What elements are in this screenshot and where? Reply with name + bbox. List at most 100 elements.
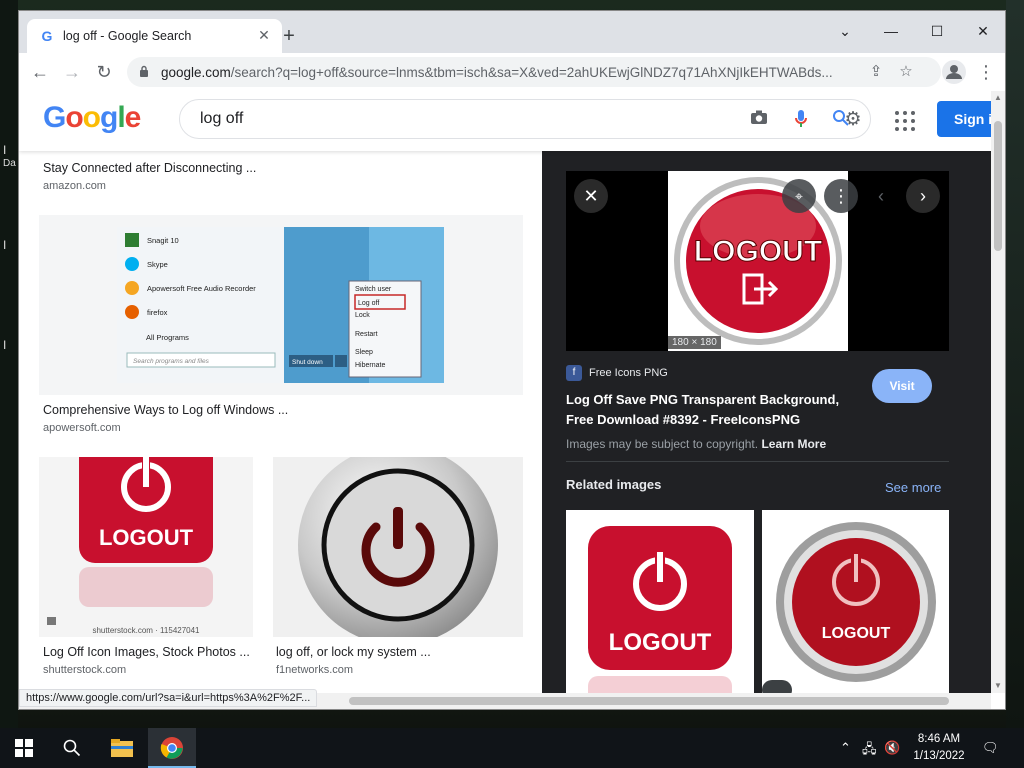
lock-icon [140,65,148,77]
related-logout-round-image: LOGOUT [762,522,936,693]
menu-item-text: firefox [147,308,168,317]
power-menu-item: Lock [355,312,370,319]
show-hidden-icons-chevron-icon[interactable]: ⌃ [840,740,851,756]
maximize-button[interactable]: ☐ [917,17,957,45]
menu-item-text: Skype [147,260,168,269]
settings-gear-icon[interactable]: ⚙ [842,109,864,131]
vertical-scrollbar[interactable]: ▲ ▼ [991,91,1005,693]
result-source[interactable]: apowersoft.com [43,422,121,434]
image-dimensions: 180 × 180 [668,336,721,349]
more-options-icon[interactable]: ⋮ [824,179,858,213]
result-caption[interactable]: Log Off Icon Images, Stock Photos ... [43,645,250,659]
taskbar-clock[interactable]: 8:46 AM 1/13/2022 [906,731,972,765]
power-menu-item: Sleep [355,349,373,356]
previous-image-icon[interactable]: ‹ [864,179,898,213]
google-logo[interactable]: Google [43,101,142,135]
bookmark-star-icon[interactable]: ☆ [895,61,917,83]
sign-in-button[interactable]: Sign i [937,101,991,137]
logo-letter: e [124,101,142,134]
taskbar-search-icon[interactable] [48,728,96,768]
reload-button[interactable]: ↻ [91,59,117,85]
scrollbar-thumb[interactable] [349,697,949,705]
power-menu-item: Log off [358,300,379,307]
preview-source-name[interactable]: Free Icons PNG [589,367,668,379]
browser-toolbar: ← → ↻ google.com/search?q=log+off&source… [19,53,1005,91]
google-apps-icon[interactable] [893,109,917,133]
desktop-icon-fragment: I [3,338,7,352]
shutdown-label: Shut down [292,359,323,366]
related-logout-square-image: LOGOUT [588,526,732,693]
result-source[interactable]: f1networks.com [276,664,353,676]
search-input[interactable] [200,110,720,128]
desktop-icon-fragment: Da [3,158,16,169]
divider [566,461,949,462]
watermark-text: shutterstock.com · 115427041 [92,626,200,635]
close-window-button[interactable]: ✕ [963,17,1003,45]
tab-title: log off - Google Search [63,29,192,43]
clock-date: 1/13/2022 [913,750,965,762]
profile-avatar-icon[interactable] [941,59,967,85]
chrome-taskbar-icon[interactable] [148,728,196,768]
start-button[interactable] [0,728,48,768]
address-bar[interactable]: google.com/search?q=log+off&source=lnms&… [127,57,941,87]
tab-close-icon[interactable]: ✕ [254,25,274,45]
preview-title[interactable]: Log Off Save PNG Transparent Background,… [566,390,866,430]
result-caption[interactable]: Stay Connected after Disconnecting ... [43,161,256,175]
share-icon[interactable]: ⇪ [865,61,887,83]
notifications-icon[interactable]: 🗨 [982,740,999,756]
tab-strip: G log off - Google Search ✕ + ⌄ — ☐ ✕ [19,11,1005,53]
volume-muted-icon[interactable]: 🔇 [884,740,900,756]
visit-button[interactable]: Visit [872,369,932,403]
camera-icon[interactable] [748,109,770,131]
power-button-image [298,457,498,637]
tab-search-chevron-icon[interactable]: ⌄ [825,17,865,45]
menu-item-text: Snagit 10 [147,236,179,245]
next-image-icon[interactable]: › [906,179,940,213]
url-path: /search?q=log+off&source=lnms&tbm=isch&s… [230,65,833,80]
minimize-button[interactable]: — [871,17,911,45]
scroll-down-arrow-icon[interactable]: ▼ [993,681,1003,691]
result-source[interactable]: amazon.com [43,180,106,192]
result-thumbnail-windows[interactable]: Snagit 10 Skype Apowersoft Free Audio Re… [39,215,523,395]
learn-more-link[interactable]: Learn More [761,437,826,451]
source-favicon-icon: f [566,365,582,381]
see-more-link[interactable]: See more [885,480,941,495]
related-image[interactable]: LOGOUT [762,510,949,693]
copyright-text: Images may be subject to copyright. [566,437,759,451]
logout-button-image: LOGOUT shutterstock.com · 115427041 [47,457,213,635]
logo-letter: g [100,101,118,134]
scroll-up-arrow-icon[interactable]: ▲ [993,93,1003,103]
search-box: ⚙ [179,99,871,139]
url-host: google.com [161,65,231,80]
result-thumbnail-shutterstock[interactable]: LOGOUT shutterstock.com · 115427041 [39,457,253,637]
scrollbar-thumb[interactable] [994,121,1002,251]
menu-item-text: Apowersoft Free Audio Recorder [147,284,256,293]
result-caption[interactable]: log off, or lock my system ... [276,645,431,659]
forward-button[interactable]: → [59,59,85,85]
logout-text: LOGOUT [822,625,891,642]
desktop-icon-fragment: I [3,143,7,157]
network-icon[interactable]: 🖧 [862,740,877,762]
browser-window: G log off - Google Search ✕ + ⌄ — ☐ ✕ ← … [18,10,1006,710]
browser-menu-icon[interactable]: ⋮ [973,59,999,85]
related-images-heading: Related images [566,477,662,492]
result-source[interactable]: shutterstock.com [43,664,126,676]
related-image[interactable]: LOGOUT [566,510,754,693]
copyright-notice: Images may be subject to copyright. Lear… [566,437,826,451]
new-tab-button[interactable]: + [277,25,301,49]
taskbar: ⌃ 🖧 🔇 8:46 AM 1/13/2022 🗨 [0,728,1024,768]
status-bar-url: https://www.google.com/url?sa=i&url=http… [19,689,318,707]
desktop-right-edge [1006,0,1024,728]
url-text: google.com/search?q=log+off&source=lnms&… [161,65,861,80]
logout-text: LOGOUT [609,629,712,656]
browser-tab[interactable]: G log off - Google Search ✕ [27,19,282,53]
menu-item-text: All Programs [146,333,189,342]
result-thumbnail-f1networks[interactable] [273,457,523,637]
microphone-icon[interactable] [790,109,812,131]
result-caption[interactable]: Comprehensive Ways to Log off Windows ..… [43,403,288,417]
file-explorer-icon[interactable] [98,728,146,768]
google-lens-icon[interactable]: ⌖ [782,179,816,213]
logo-letter: l [117,101,125,134]
back-button[interactable]: ← [27,59,53,85]
close-preview-icon[interactable]: ✕ [574,179,608,213]
